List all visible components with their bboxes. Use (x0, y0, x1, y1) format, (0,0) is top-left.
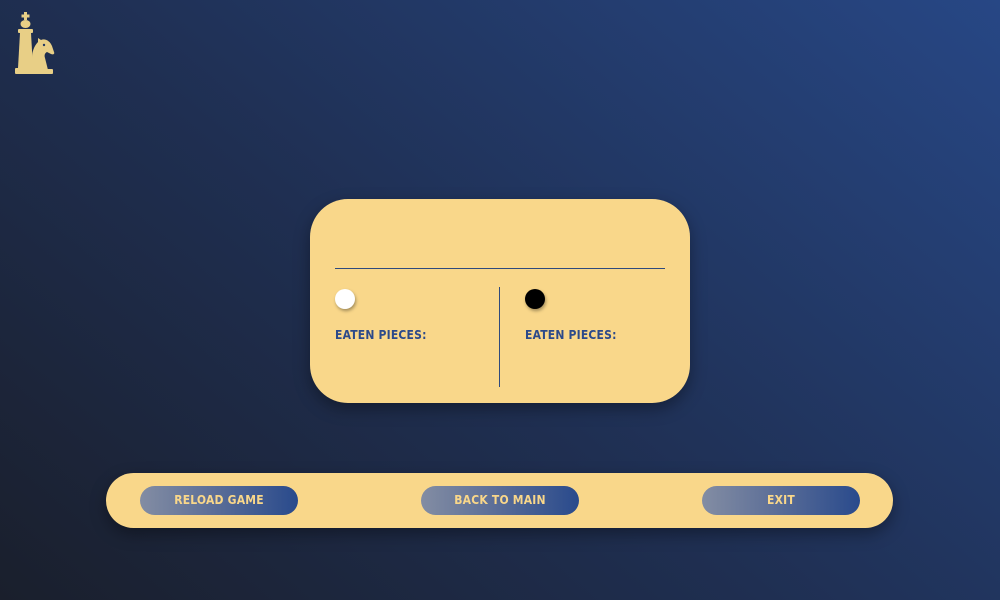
black-piece-icon (525, 289, 545, 309)
exit-button[interactable]: EXIT (702, 486, 860, 515)
white-piece-icon (335, 289, 355, 309)
player-divider (499, 287, 500, 387)
card-title (335, 217, 665, 267)
game-info-card: EATEN PIECES: EATEN PIECES: (310, 199, 690, 403)
reload-game-button[interactable]: RELOAD GAME (140, 486, 298, 515)
card-divider (335, 268, 665, 269)
black-player-panel: EATEN PIECES: (525, 287, 665, 387)
white-eaten-label: EATEN PIECES: (335, 328, 427, 342)
white-player-panel: EATEN PIECES: (335, 287, 499, 387)
black-eaten-label: EATEN PIECES: (525, 328, 617, 342)
back-to-main-button[interactable]: BACK TO MAIN (421, 486, 579, 515)
chess-logo-icon (14, 12, 56, 76)
chess-king-knight-icon (15, 12, 55, 74)
action-bar: RELOAD GAME BACK TO MAIN EXIT (106, 473, 893, 528)
